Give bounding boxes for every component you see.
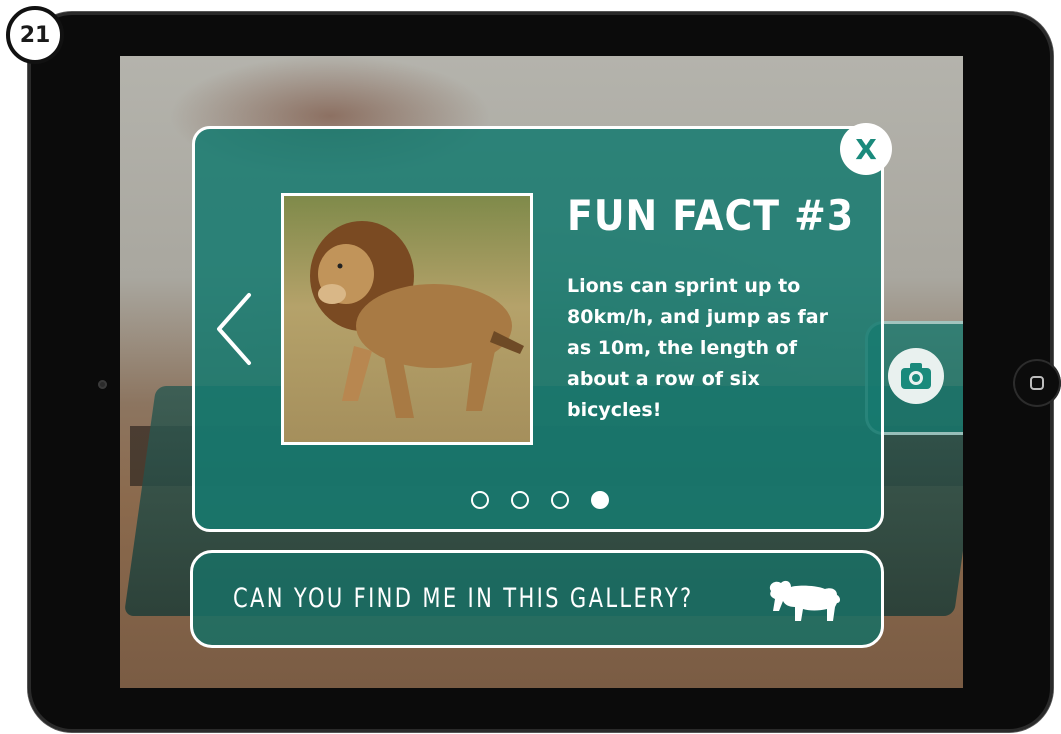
lion-photo xyxy=(281,193,533,445)
pager-dot-2[interactable] xyxy=(511,491,529,509)
app-screen: X FUN FACT #3 Lions can sprint up to 80k… xyxy=(120,56,963,688)
pager-dot-3[interactable] xyxy=(551,491,569,509)
front-camera xyxy=(98,380,107,389)
camera-icon xyxy=(888,348,944,404)
fun-fact-card: X FUN FACT #3 Lions can sprint up to 80k… xyxy=(192,123,892,532)
find-in-gallery-label: CAN YOU FIND ME IN THIS GALLERY? xyxy=(233,583,694,614)
pager-dot-1[interactable] xyxy=(471,491,489,509)
home-button[interactable] xyxy=(1013,359,1061,407)
home-square-icon xyxy=(1030,376,1044,390)
fun-fact-title: FUN FACT #3 xyxy=(567,191,855,240)
find-in-gallery-button[interactable]: CAN YOU FIND ME IN THIS GALLERY? xyxy=(190,550,884,648)
pagination-dots xyxy=(471,491,609,509)
page-number-badge: 21 xyxy=(6,6,64,64)
fun-fact-text: Lions can sprint up to 80km/h, and jump … xyxy=(567,275,828,421)
lion-silhouette-icon xyxy=(763,577,843,625)
pager-dot-4-active[interactable] xyxy=(591,491,609,509)
close-button[interactable]: X xyxy=(840,123,892,175)
chevron-left-icon[interactable] xyxy=(213,289,257,369)
